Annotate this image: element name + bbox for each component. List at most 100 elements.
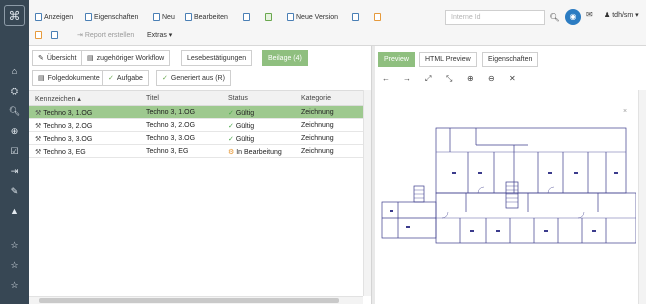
titel-cell: Techno 3, 1.OG: [146, 109, 196, 116]
sitemap-icon[interactable]: ⛭: [0, 86, 29, 97]
zoom-out-icon[interactable]: ⊖: [488, 74, 495, 83]
table-row[interactable]: ⚒ Techno 3, EG Techno 3, EG ⚙ In Bearbeit…: [29, 145, 371, 158]
tab-label: Lesebestätigungen: [187, 54, 247, 62]
document-icon: ▤: [38, 75, 45, 82]
pdf-button[interactable]: [374, 13, 381, 21]
document-pane: ✎ Übersicht ▤ zugehöriger Workflow Leseb…: [29, 46, 371, 304]
viewer-toolbar: ← → ⤢ ⤡ ⊕ ⊖ ✕: [375, 72, 646, 88]
zoom-in-icon[interactable]: ⊕: [467, 74, 474, 83]
status-cell: ⚙ In Bearbeitung: [225, 145, 297, 157]
subtab-generiert[interactable]: ✓ Generiert aus (R): [156, 70, 231, 86]
eigenschaften-button[interactable]: Eigenschaften: [85, 13, 138, 21]
tab-label: Übersicht: [46, 54, 77, 62]
column-header-kategorie[interactable]: Kategorie: [298, 91, 358, 105]
tab-uebersicht[interactable]: ✎ Übersicht: [32, 50, 83, 66]
bearbeiten-button[interactable]: Bearbeiten: [185, 13, 228, 21]
kennzeichen-cell: ⚒ Techno 3, EG: [32, 145, 142, 157]
star-icon[interactable]: ☆: [0, 280, 29, 291]
kennzeichen-value: Techno 3, 3.OG: [43, 136, 93, 143]
lock-button[interactable]: [243, 13, 250, 21]
subtab-aufgabe[interactable]: ✓ Aufgabe: [102, 70, 149, 86]
kategorie-cell: Zeichnung: [301, 135, 334, 142]
star-icon[interactable]: ☆: [0, 240, 29, 251]
copy-button[interactable]: [51, 31, 58, 39]
kennzeichen-cell: ⚒ Techno 3, 1.OG: [32, 106, 142, 118]
check-square-icon[interactable]: ☑: [0, 146, 29, 157]
table-row[interactable]: ⚒ Techno 3, 2.OG Techno 3, 2.OG ✓ Gültig …: [29, 119, 371, 132]
preview-pane: Preview HTML Preview Eigenschaften ← → ⤢…: [375, 46, 646, 304]
kennzeichen-value: Techno 3, 2.OG: [43, 123, 93, 130]
close-viewer-icon[interactable]: ✕: [509, 74, 516, 83]
tab-preview[interactable]: Preview: [378, 52, 415, 67]
bearbeiten-label: Bearbeiten: [194, 13, 228, 21]
app-window: ⌘ ⌂ ⛭ 🔍︎ ⊕ ☑ ⇥ ✎ ▲ ☆ ☆ ☆ Anzeigen Eigens…: [0, 0, 646, 304]
kategorie-cell: Zeichnung: [301, 122, 334, 129]
subtab-label: Generiert aus (R): [170, 74, 225, 82]
column-header-status[interactable]: Status: [225, 91, 297, 105]
search-icon[interactable]: 🔍︎: [547, 10, 562, 25]
neu-button[interactable]: Neu: [153, 13, 175, 21]
list-button[interactable]: [352, 13, 359, 21]
workflow-tab-icon: ▤: [87, 55, 94, 62]
workflow-button[interactable]: [265, 13, 272, 21]
drawing-icon: ⚒: [35, 136, 42, 143]
floor-plan-drawing: [381, 127, 637, 244]
sign-in-icon[interactable]: ⇥: [0, 166, 29, 177]
search-icon[interactable]: 🔍︎: [0, 106, 29, 117]
back-icon[interactable]: ←: [382, 74, 390, 83]
preview-vertical-scrollbar[interactable]: [638, 90, 646, 304]
properties-icon: [85, 13, 92, 21]
shrink-icon[interactable]: ⤡: [446, 74, 452, 84]
grid-horizontal-scrollbar[interactable]: [29, 296, 363, 304]
titel-cell: Techno 3, 2.OG: [146, 122, 196, 129]
app-logo-icon[interactable]: ⌘: [4, 5, 25, 26]
forward-icon[interactable]: →: [403, 74, 411, 83]
report-button[interactable]: ⇥ Report erstellen: [77, 31, 134, 40]
kennzeichen-cell: ⚒ Techno 3, 3.OG: [32, 132, 142, 144]
anzeigen-button[interactable]: Anzeigen: [35, 13, 73, 21]
list-icon: [352, 13, 359, 21]
copy-icon: [51, 31, 58, 39]
lock-icon: [243, 13, 250, 21]
drawing-icon: ⚒: [35, 110, 42, 117]
search-input[interactable]: Interne Id: [445, 10, 545, 25]
kennzeichen-value: Techno 3, EG: [43, 149, 86, 156]
subtab-folgedokumente[interactable]: ▤ Folgedokumente: [32, 70, 106, 86]
pdf-small-button[interactable]: [35, 31, 42, 39]
tab-html-preview[interactable]: HTML Preview: [419, 52, 477, 67]
extras-menu[interactable]: Extras ▾: [147, 31, 172, 39]
task-icon: ✓: [108, 75, 114, 82]
grid-vertical-scrollbar[interactable]: [363, 90, 371, 296]
neue-version-button[interactable]: Neue Version: [287, 13, 338, 21]
table-row[interactable]: ⚒ Techno 3, 1.OG Techno 3, 1.OG ✓ Gültig …: [29, 106, 371, 119]
scrollbar-thumb[interactable]: [39, 298, 339, 303]
status-cell: ✓ Gültig: [225, 106, 297, 118]
column-header-titel[interactable]: Titel: [143, 91, 223, 105]
home-icon[interactable]: ⌂: [0, 66, 29, 76]
column-header-kennzeichen[interactable]: Kennzeichen ▴: [32, 91, 142, 105]
search-plus-icon[interactable]: ⊕: [0, 126, 29, 137]
status-cell: ✓ Gültig: [225, 132, 297, 144]
mail-icon[interactable]: ✉: [586, 10, 593, 19]
eye-icon[interactable]: ◉: [565, 9, 581, 25]
version-icon: [287, 13, 294, 21]
tab-workflow[interactable]: ▤ zugehöriger Workflow: [81, 50, 171, 66]
drawing-icon: ⚒: [35, 123, 42, 130]
close-icon[interactable]: ×: [623, 108, 627, 115]
tab-eigenschaften[interactable]: Eigenschaften: [482, 52, 539, 67]
wrench-icon: ✎: [38, 55, 44, 62]
subtab-label: Folgedokumente: [47, 74, 100, 82]
search-placeholder: Interne Id: [451, 14, 481, 21]
tab-beilage[interactable]: Beilage (4): [262, 50, 308, 66]
tab-label: Beilage (4): [268, 54, 302, 62]
pencil-icon[interactable]: ✎: [0, 186, 29, 197]
star-icon[interactable]: ☆: [0, 260, 29, 271]
tab-lesebestaetigungen[interactable]: Lesebestätigungen: [181, 50, 253, 66]
top-toolbar: Anzeigen Eigenschaften Neu Bearbeiten Ne…: [29, 0, 646, 46]
kennzeichen-value: Techno 3, 1.OG: [43, 110, 93, 117]
graduation-cap-icon[interactable]: ▲: [0, 206, 29, 216]
floor-plan-preview[interactable]: [378, 90, 637, 296]
table-row[interactable]: ⚒ Techno 3, 3.OG Techno 3, 3.OG ✓ Gültig …: [29, 132, 371, 145]
expand-icon[interactable]: ⤢: [425, 74, 431, 84]
user-menu[interactable]: ♟ tdh/sm ▾: [604, 11, 639, 19]
